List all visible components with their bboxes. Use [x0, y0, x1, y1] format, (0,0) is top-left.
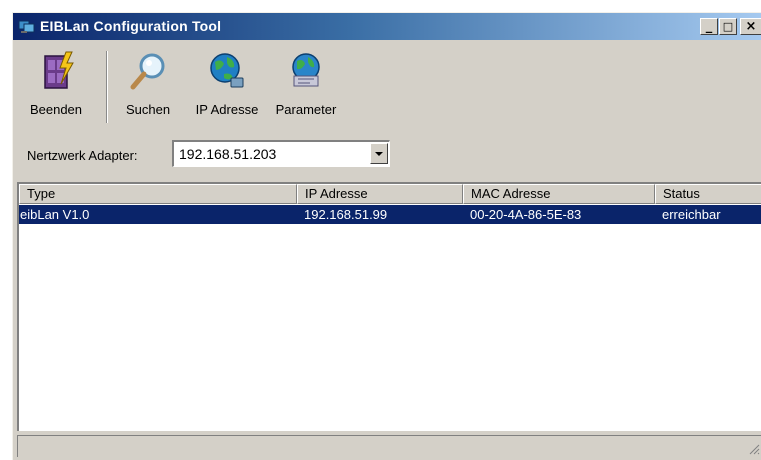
cell-mac: 00-20-4A-86-5E-83: [470, 207, 582, 222]
close-button[interactable]: ×: [740, 18, 761, 35]
list-header: Type IP Adresse MAC Adresse Status: [19, 184, 761, 204]
title-bar[interactable]: EIBLan Configuration Tool _ □ ×: [13, 13, 761, 40]
magnifier-icon: [130, 53, 165, 90]
minimize-button[interactable]: _: [700, 18, 718, 35]
column-header-type[interactable]: Type: [19, 184, 297, 204]
column-header-type-label: Type: [27, 186, 56, 201]
app-network-icon: [18, 20, 35, 33]
toolbar-button-parameter[interactable]: Parameter: [269, 46, 343, 130]
adapter-dropdown[interactable]: 192.168.51.203: [172, 140, 390, 167]
toolbar-button-beenden[interactable]: Beenden: [19, 46, 93, 130]
column-header-status[interactable]: Status: [655, 184, 761, 204]
app-window: EIBLan Configuration Tool _ □ × Beenden …: [12, 12, 761, 460]
device-list[interactable]: Type IP Adresse MAC Adresse Status eibLa…: [17, 182, 761, 431]
column-header-mac[interactable]: MAC Adresse: [463, 184, 655, 204]
toolbar-label-beenden: Beenden: [29, 102, 83, 117]
window-title: EIBLan Configuration Tool: [40, 18, 222, 34]
globe-settings-icon: [292, 53, 320, 87]
maximize-button[interactable]: □: [719, 18, 737, 35]
resize-grip-icon[interactable]: [748, 443, 760, 455]
globe-network-icon: [210, 53, 244, 88]
toolbar-button-suchen[interactable]: Suchen: [116, 46, 180, 130]
close-icon: ×: [745, 19, 757, 34]
toolbar-button-ip-adresse[interactable]: IP Adresse: [187, 46, 267, 130]
status-bar: [17, 435, 761, 457]
toolbar-label-suchen: Suchen: [125, 102, 171, 117]
column-header-status-label: Status: [663, 186, 700, 201]
toolbar-separator: [106, 51, 108, 123]
dropdown-button[interactable]: [370, 143, 388, 164]
table-row[interactable]: eibLan V1.0 192.168.51.99 00-20-4A-86-5E…: [19, 205, 761, 224]
toolbar-label-ip-adresse: IP Adresse: [195, 102, 259, 117]
chevron-down-icon: [375, 152, 383, 156]
column-header-ip-label: IP Adresse: [305, 186, 368, 201]
minimize-icon: _: [705, 19, 713, 34]
adapter-label: Nertzwerk Adapter:: [27, 148, 138, 163]
exit-door-icon: [44, 51, 74, 89]
adapter-selected-value: 192.168.51.203: [179, 146, 277, 162]
column-header-mac-label: MAC Adresse: [471, 186, 551, 201]
cell-ip: 192.168.51.99: [304, 207, 388, 222]
maximize-icon: □: [722, 20, 734, 33]
cell-status: erreichbar: [662, 207, 721, 222]
cell-type: eibLan V1.0: [20, 207, 90, 222]
toolbar-label-parameter: Parameter: [275, 102, 337, 117]
column-header-ip[interactable]: IP Adresse: [297, 184, 463, 204]
